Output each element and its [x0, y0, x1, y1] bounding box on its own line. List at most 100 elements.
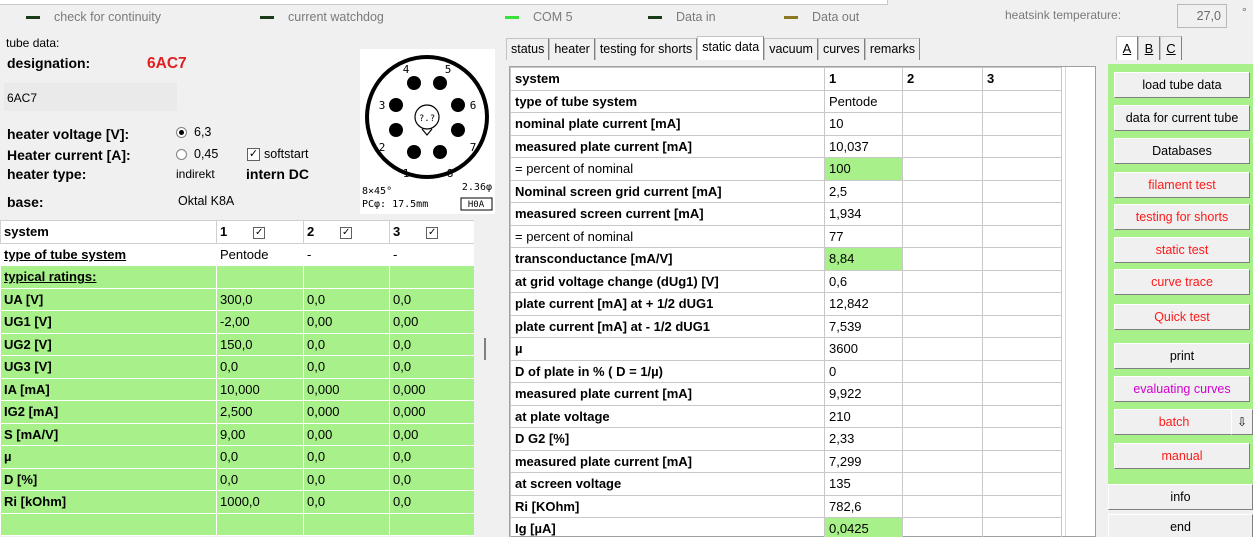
tab-c[interactable]: C [1160, 36, 1182, 60]
end-button[interactable]: end [1108, 514, 1253, 537]
row-label: IA [mA] [0, 377, 217, 401]
tab-b[interactable]: B [1138, 36, 1160, 60]
cell-system-2[interactable]: 0,00 [303, 310, 390, 334]
row-label: plate current [mA] at + 1/2 dUG1 [510, 292, 825, 316]
cell-system-3[interactable]: 0,00 [389, 422, 475, 446]
static-test-button[interactable]: static test [1114, 237, 1250, 263]
cell-system-1[interactable]: 2,500 [216, 400, 304, 424]
tab-heater[interactable]: heater [549, 38, 595, 60]
cell-system-2[interactable]: 0,0 [303, 445, 390, 469]
header-system-1[interactable]: 1 ✓ [216, 220, 304, 244]
tab-remarks[interactable]: remarks [864, 38, 920, 60]
cell-system-1[interactable]: 150,0 [216, 332, 304, 356]
softstart-checkbox[interactable]: ✓ softstart [247, 147, 308, 161]
checkbox-checked-icon[interactable]: ✓ [426, 226, 439, 239]
cell-system-1: 2,5 [824, 179, 903, 203]
cell-system-3[interactable]: 0,0 [389, 467, 475, 491]
header-system-2[interactable]: 2 ✓ [303, 220, 390, 244]
current-radio-045[interactable]: 0,45 [176, 147, 218, 161]
cell-system-2 [902, 89, 983, 113]
evaluating-curves-button[interactable]: evaluating curves [1114, 376, 1250, 402]
cell-system-3[interactable]: - [389, 242, 475, 266]
cell-system-3[interactable]: 0,0 [389, 490, 475, 514]
cell-system-1[interactable]: 9,00 [216, 422, 304, 446]
row-label: at screen voltage [510, 472, 825, 496]
databases-button[interactable]: Databases [1114, 138, 1250, 164]
cell-system-1[interactable]: 1000,0 [216, 490, 304, 514]
status-bar: check for continuity current watchdog CO… [0, 0, 1253, 34]
cell-system-1[interactable] [216, 265, 304, 289]
cell-system-3 [982, 112, 1062, 136]
cell-system-2[interactable]: 0,0 [303, 332, 390, 356]
cell-system-3[interactable] [389, 265, 475, 289]
left-table-scrollbar[interactable] [474, 220, 498, 537]
checkbox-checked-icon[interactable]: ✓ [253, 226, 266, 239]
cell-system-2[interactable]: 0,0 [303, 355, 390, 379]
cell-system-2[interactable]: 0,00 [303, 422, 390, 446]
cell-system-2 [902, 292, 983, 316]
cell-system-1: 210 [824, 404, 903, 428]
heatsink-label: heatsink temperature: [1005, 8, 1122, 22]
radio-unselected-icon [176, 148, 187, 160]
cell-system-3[interactable]: 0,0 [389, 445, 475, 469]
cell-system-3[interactable]: 0,0 [389, 332, 475, 356]
data-for-current-tube-button[interactable]: data for current tube [1114, 105, 1250, 131]
voltage-radio-63[interactable]: 6,3 [176, 125, 211, 139]
testing-for-shorts-button[interactable]: testing for shorts [1114, 204, 1250, 230]
cell-system-1[interactable]: 10,000 [216, 377, 304, 401]
cell-system-1[interactable]: 0,0 [216, 467, 304, 491]
cell-system-1[interactable]: Pentode [216, 242, 304, 266]
cell-system-2[interactable]: 0,0 [303, 467, 390, 491]
static-table-scrollbar[interactable] [1065, 67, 1095, 536]
manual-button[interactable]: manual [1114, 443, 1250, 469]
cell-system-2[interactable]: 0,000 [303, 400, 390, 424]
cell-system-2[interactable] [303, 265, 390, 289]
cell-system-1[interactable]: 300,0 [216, 287, 304, 311]
tab-status[interactable]: status [506, 38, 550, 60]
cell-system-3[interactable]: 0,000 [389, 377, 475, 401]
tab-static-data[interactable]: static data [697, 36, 765, 60]
cell-system-1[interactable]: 0,0 [216, 445, 304, 469]
cell-system-2[interactable]: - [303, 242, 390, 266]
row-label: µ [510, 337, 825, 361]
scrollbar-thumb[interactable] [484, 338, 486, 360]
cell-system-1[interactable]: -2,00 [216, 310, 304, 334]
header-system-3[interactable]: 3 ✓ [389, 220, 475, 244]
cell-system-1: 77 [824, 224, 903, 248]
filament-test-button[interactable]: filament test [1114, 172, 1250, 198]
designation-input[interactable]: 6AC7 [4, 83, 177, 111]
cell-system-1[interactable] [216, 512, 304, 536]
cell-system-2[interactable]: 0,0 [303, 490, 390, 514]
row-label: UG3 [V] [0, 355, 217, 379]
cell-system-3[interactable] [389, 512, 475, 536]
cell-system-1: 10,037 [824, 134, 903, 158]
data-out-label: Data out [812, 10, 860, 24]
batch-button[interactable]: batch [1114, 409, 1234, 435]
cell-system-2[interactable]: 0,0 [303, 287, 390, 311]
print-button[interactable]: print [1114, 343, 1250, 369]
cell-system-2[interactable] [303, 512, 390, 536]
cell-system-3[interactable]: 0,00 [389, 310, 475, 334]
cell-system-3[interactable]: 0,0 [389, 287, 475, 311]
load-tube-data-button[interactable]: load tube data [1114, 72, 1250, 98]
cell-system-2[interactable]: 0,000 [303, 377, 390, 401]
tab-a[interactable]: A [1116, 36, 1138, 60]
curve-trace-button[interactable]: curve trace [1114, 269, 1250, 295]
batch-arrow-icon[interactable]: ⇩ [1231, 409, 1253, 435]
tab-vacuum[interactable]: vacuum [764, 38, 818, 60]
cell-system-3[interactable]: 0,000 [389, 400, 475, 424]
cell-system-1: 0,0425 [824, 517, 903, 537]
row-label: UG1 [V] [0, 310, 217, 334]
cell-system-1: 0,6 [824, 269, 903, 293]
row-label: = percent of nominal [510, 157, 825, 181]
cell-system-3[interactable]: 0,0 [389, 355, 475, 379]
voltage-option-1: 6,3 [194, 125, 212, 139]
quick-test-button[interactable]: Quick test [1114, 304, 1250, 330]
softstart-label: softstart [264, 147, 309, 161]
tab-curves[interactable]: curves [817, 38, 865, 60]
tab-testing-for-shorts[interactable]: testing for shorts [594, 38, 698, 60]
cell-system-1[interactable]: 0,0 [216, 355, 304, 379]
watchdog-led-icon [260, 15, 274, 19]
checkbox-checked-icon[interactable]: ✓ [340, 226, 353, 239]
info-button[interactable]: info [1108, 484, 1253, 510]
